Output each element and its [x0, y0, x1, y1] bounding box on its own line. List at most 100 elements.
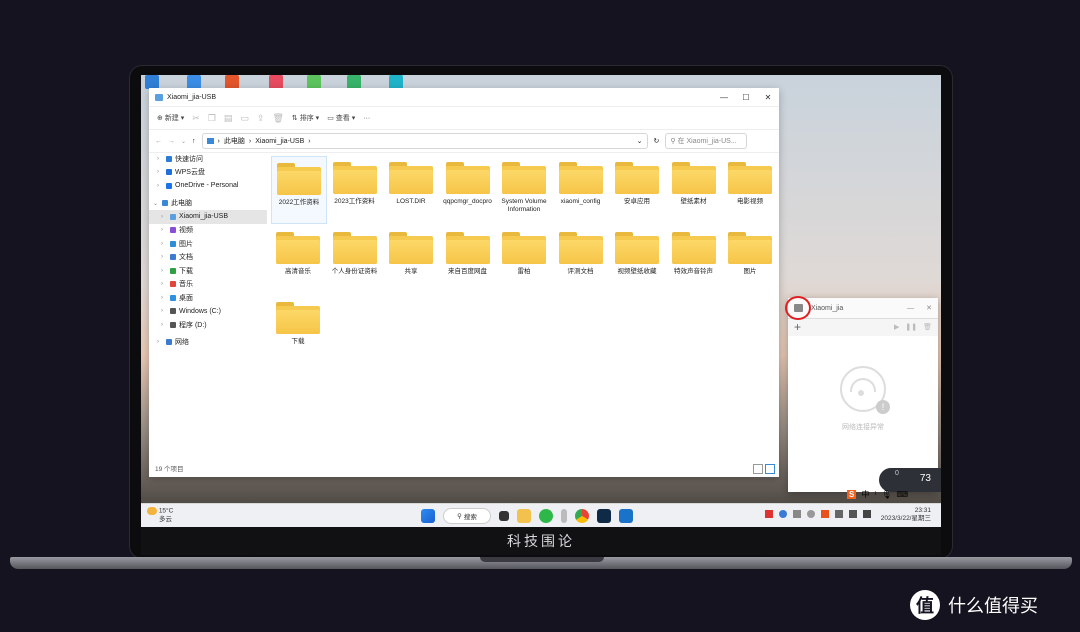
chevron-down-icon[interactable]: ⌄ — [637, 137, 647, 145]
breadcrumb-item[interactable]: Xiaomi_jia-USB — [255, 138, 304, 145]
maximize-button[interactable]: ☐ — [735, 93, 757, 102]
nav-item[interactable]: › 快速访问 — [149, 152, 267, 166]
close-button[interactable]: ✕ — [757, 93, 779, 102]
nav-item[interactable]: ⌄ 此电脑 — [149, 197, 267, 211]
xiaomi-jia-icon[interactable] — [619, 509, 633, 523]
desktop-icon-6[interactable] — [347, 75, 361, 89]
chevron-right-icon[interactable]: › — [157, 169, 163, 175]
chevron-right-icon[interactable]: › — [161, 214, 167, 220]
chevron-right-icon[interactable]: › — [161, 308, 167, 314]
chevron-right-icon[interactable]: › — [157, 156, 163, 162]
start-icon[interactable] — [421, 509, 435, 523]
sogou-icon[interactable]: S — [847, 490, 857, 499]
folder-item[interactable]: 个人身份证资料 — [328, 226, 382, 292]
mic-icon[interactable]: 🎙 — [881, 490, 891, 499]
weather-widget[interactable]: 15°C 多云 — [147, 507, 173, 524]
details-view-icon[interactable] — [753, 464, 763, 474]
back-icon[interactable]: ← — [155, 138, 162, 145]
sort-button[interactable]: ⇅ 排序 ▾ — [292, 113, 319, 123]
tray-icon[interactable] — [821, 510, 829, 518]
folder-item[interactable]: 壁纸素材 — [667, 156, 721, 222]
chevron-down-icon[interactable]: ⌄ — [153, 200, 159, 207]
folder-item[interactable]: 2023工作资料 — [328, 156, 382, 222]
view-button[interactable]: ▭ 查看 ▾ — [327, 113, 355, 123]
add-icon[interactable]: + — [794, 320, 801, 334]
folder-item[interactable]: System Volume Information — [497, 156, 551, 222]
folder-item[interactable]: 特效声音铃声 — [667, 226, 721, 292]
volume-icon[interactable] — [835, 510, 843, 518]
nav-item[interactable]: › OneDrive - Personal — [149, 179, 267, 193]
task-view-icon[interactable] — [499, 511, 509, 521]
chevron-right-icon[interactable]: › — [161, 227, 167, 233]
ime-lang[interactable]: 中 — [861, 489, 869, 500]
keyboard-icon[interactable]: ⌨ — [896, 490, 908, 499]
nav-item[interactable]: › 桌面 — [149, 291, 267, 305]
folder-item[interactable]: 安卓应用 — [610, 156, 664, 222]
desktop-icon-2[interactable] — [187, 75, 201, 89]
delete-icon[interactable]: 🗑 — [272, 113, 283, 124]
explorer-titlebar[interactable]: Xiaomi_jia-USB — ☐ ✕ — [149, 88, 779, 107]
app-icon[interactable] — [561, 509, 567, 523]
trash-icon[interactable]: 🗑 — [923, 323, 932, 331]
desktop-icon-7[interactable] — [389, 75, 403, 89]
cut-icon[interactable]: ✂ — [192, 113, 200, 124]
battery-icon[interactable] — [863, 510, 871, 518]
folder-item[interactable]: 电影视频 — [723, 156, 777, 222]
nav-item[interactable]: › WPS云盘 — [149, 166, 267, 180]
nav-item[interactable]: › 程序 (D:) — [149, 318, 267, 332]
xiaomi-titlebar[interactable]: Xiaomi_jia — ✕ — [785, 296, 938, 320]
play-icon[interactable]: ▶ — [894, 323, 899, 331]
tiles-view-icon[interactable] — [765, 464, 775, 474]
folder-item[interactable]: 雷柏 — [497, 226, 551, 292]
nav-item[interactable]: › 网络 — [149, 336, 267, 350]
search-input[interactable]: ⚲ 在 Xiaomi_jia-US... — [665, 133, 748, 149]
folder-item[interactable]: qqpcmgr_docpro — [441, 156, 495, 222]
folder-item[interactable]: 2022工作资料 — [271, 156, 327, 224]
chevron-right-icon[interactable]: › — [157, 339, 163, 345]
desktop-icon-3[interactable] — [225, 75, 239, 89]
desktop-icon-5[interactable] — [307, 75, 321, 89]
clock[interactable]: 23:31 2023/3/22/星期三 — [881, 507, 931, 523]
folder-item[interactable]: 下载 — [271, 296, 325, 362]
chrome-icon[interactable] — [575, 509, 589, 523]
ime-punct[interactable]: ⁾ — [874, 490, 876, 499]
photoshop-icon[interactable] — [597, 509, 611, 523]
forward-icon[interactable]: → — [168, 138, 175, 145]
chevron-right-icon[interactable]: › — [161, 254, 167, 260]
folder-item[interactable]: xiaomi_config — [554, 156, 608, 222]
tray-icon[interactable] — [779, 510, 787, 518]
pause-icon[interactable]: ❚❚ — [905, 323, 917, 331]
nav-item[interactable]: › 音乐 — [149, 278, 267, 292]
minimize-button[interactable]: — — [907, 305, 914, 312]
chevron-right-icon[interactable]: › — [161, 241, 167, 247]
minimize-button[interactable]: — — [713, 93, 735, 102]
folder-item[interactable]: 共享 — [384, 226, 438, 292]
share-icon[interactable]: ⇪ — [257, 113, 265, 124]
folder-item[interactable]: 高清音乐 — [271, 226, 325, 292]
chevron-right-icon[interactable]: › — [161, 268, 167, 274]
folder-item[interactable]: 评测文档 — [554, 226, 608, 292]
chevron-right-icon[interactable]: › — [157, 183, 163, 189]
close-button[interactable]: ✕ — [926, 304, 932, 312]
chevron-right-icon[interactable]: › — [161, 281, 167, 287]
copy-icon[interactable]: ❐ — [208, 113, 216, 124]
nav-item[interactable]: › 文档 — [149, 251, 267, 265]
wifi-tray-icon[interactable] — [849, 510, 857, 518]
recent-icon[interactable]: ⌄ — [181, 138, 186, 145]
wechat-icon[interactable] — [539, 509, 553, 523]
folder-item[interactable]: 来自百度网盘 — [441, 226, 495, 292]
file-explorer-icon[interactable] — [517, 509, 531, 523]
chevron-right-icon[interactable]: › — [161, 322, 167, 328]
tray-icon[interactable] — [765, 510, 773, 518]
breadcrumb-item[interactable]: 此电脑 — [224, 136, 245, 146]
nav-item[interactable]: › Windows (C:) — [149, 305, 267, 319]
address-bar[interactable]: › 此电脑 › Xiaomi_jia-USB › ⌄ — [201, 133, 648, 149]
rename-icon[interactable]: ▭ — [240, 113, 249, 124]
desktop-icon-4[interactable] — [269, 75, 283, 89]
more-button[interactable]: ··· — [363, 115, 370, 122]
up-icon[interactable]: ↑ — [192, 138, 196, 145]
paste-icon[interactable]: ▤ — [224, 113, 233, 124]
refresh-icon[interactable]: ↻ — [654, 137, 660, 145]
nav-item[interactable]: › 下载 — [149, 264, 267, 278]
taskbar-search[interactable]: ⚲ 搜索 — [443, 508, 491, 524]
